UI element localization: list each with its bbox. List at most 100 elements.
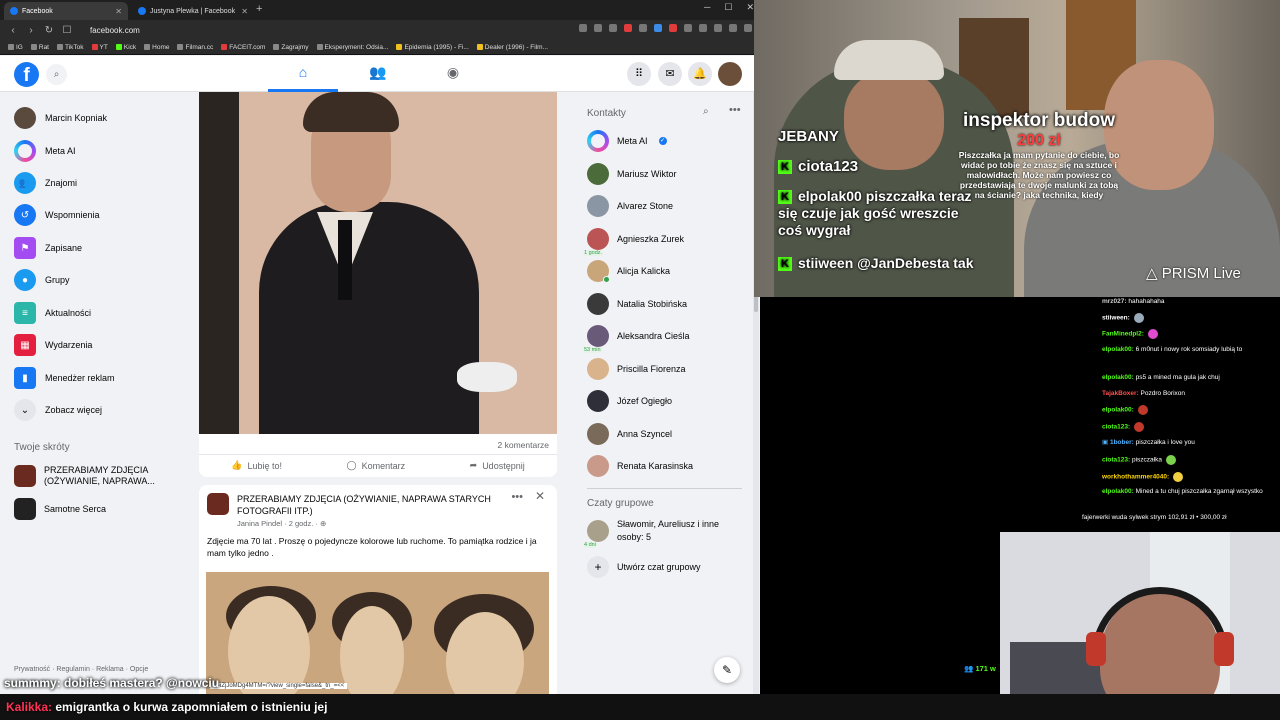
sidebar-item-groups[interactable]: ● Grupy — [14, 268, 70, 292]
extension-icon[interactable] — [699, 24, 707, 32]
contact-item[interactable]: Anna Szyncel — [587, 423, 672, 445]
sidebar-item-events[interactable]: ▦ Wydarzenia — [14, 333, 92, 357]
contact-item[interactable]: Alvarez Stone — [587, 195, 673, 217]
shortcut-group[interactable]: PRZERABIAMY ZDJĘCIA (OŻYWIANIE, NAPRAWA.… — [14, 465, 169, 487]
viewer-count: 👥 171 w — [964, 664, 996, 673]
extension-icon[interactable] — [729, 24, 737, 32]
like-icon: 👍 — [231, 460, 243, 470]
sidebar-item-profile[interactable]: Marcin Kopniak — [14, 106, 107, 130]
create-group-chat-button[interactable]: + Utwórz czat grupowy — [587, 556, 701, 578]
bookmark-item[interactable]: Filman.cc — [177, 44, 213, 51]
close-tab-icon[interactable]: ✕ — [241, 7, 248, 16]
new-message-button[interactable]: ✎ — [714, 657, 740, 683]
bookmark-icon[interactable]: ☐ — [62, 25, 72, 36]
back-icon[interactable]: ‹ — [8, 25, 18, 36]
shortcuts-heading: Twoje skróty — [14, 442, 70, 453]
bookmark-item[interactable]: Epidemia (1995) - Fi... — [396, 44, 469, 51]
avatar — [587, 455, 609, 477]
more-options-icon[interactable]: ••• — [511, 491, 523, 503]
extension-icon[interactable] — [654, 24, 662, 32]
left-sidebar: Marcin Kopniak Meta AI 👥 Znajomi ↺ Wspom… — [0, 92, 190, 694]
contact-item[interactable]: Mariusz Wiktor — [587, 163, 677, 185]
post-group-title[interactable]: PRZERABIAMY ZDJĘCIA (OŻYWIANIE, NAPRAWA … — [237, 493, 497, 517]
post-photo[interactable] — [199, 92, 557, 434]
sidebar-item-memories[interactable]: ↺ Wspomnienia — [14, 203, 100, 227]
group-thumbnail[interactable] — [207, 493, 229, 515]
bookmark-item[interactable]: TikTok — [57, 44, 84, 51]
contact-item[interactable]: Priscilla Fiorenza — [587, 358, 686, 380]
brave-shield-icon[interactable] — [624, 24, 632, 32]
sidebar-item-see-more[interactable]: ⌄ Zobacz więcej — [14, 398, 102, 422]
sidebar-item-feeds[interactable]: ≡ Aktualności — [14, 301, 91, 325]
search-icon[interactable]: ⌕ — [46, 64, 67, 85]
more-options-icon[interactable]: ••• — [729, 104, 741, 116]
post-photo[interactable] — [206, 572, 549, 694]
post-actions: 👍 Lubię to! ◯ Komentarz ➦ Udostępnij — [199, 454, 557, 476]
contact-item[interactable]: 1 godz. Agnieszka Zurek — [583, 228, 684, 256]
menu-icon[interactable] — [744, 24, 752, 32]
bookmark-item[interactable]: Rat — [30, 44, 49, 51]
close-tab-icon[interactable]: ✕ — [115, 7, 122, 16]
bookmark-item[interactable]: YT — [91, 44, 108, 51]
url-field[interactable]: facebook.com — [90, 26, 140, 35]
group-chats-heading: Czaty grupowe — [587, 498, 654, 509]
maximize-icon[interactable]: ☐ — [724, 2, 732, 13]
contact-item[interactable]: Renata Karasinska — [587, 455, 693, 477]
bookmark-item[interactable]: IG — [8, 44, 23, 51]
comment-count[interactable]: 2 komentarze — [498, 440, 550, 450]
extension-icon[interactable] — [714, 24, 722, 32]
share-button[interactable]: ➦ Udostępnij — [470, 460, 525, 471]
avatar[interactable] — [718, 62, 742, 86]
bookmark-item[interactable]: Eksperyment: Odsia... — [316, 44, 388, 51]
home-icon[interactable]: ⌂ — [292, 64, 314, 84]
bookmark-item[interactable]: FACEIT.com — [221, 44, 265, 51]
extension-icon[interactable] — [669, 24, 677, 32]
contact-item[interactable]: Natalia Stobińska — [587, 293, 687, 315]
avatar — [587, 293, 609, 315]
sidebar-item-friends[interactable]: 👥 Znajomi — [14, 171, 77, 195]
extension-icon[interactable] — [684, 24, 692, 32]
footer-links[interactable]: Prywatność · Regulamin · Reklama · Opcje — [14, 666, 148, 673]
notifications-icon[interactable]: 🔔 — [688, 62, 712, 86]
new-tab-button[interactable]: + — [256, 3, 262, 15]
donation-amount: 200 zł — [1017, 132, 1061, 149]
tab-justyna[interactable]: Justyna Plewka | Facebook ✕ — [132, 2, 254, 20]
chat-message: ▣ 1bober: piszczałka i love you — [1102, 439, 1195, 446]
extension-icon[interactable] — [639, 24, 647, 32]
forward-icon[interactable]: › — [26, 25, 36, 36]
facebook-logo[interactable]: f — [14, 62, 39, 87]
extension-icon[interactable] — [609, 24, 617, 32]
bookmark-item[interactable]: Dealer (1996) - Film... — [476, 44, 548, 51]
close-window-icon[interactable]: ✕ — [746, 2, 754, 13]
extension-icon[interactable] — [594, 24, 602, 32]
tab-facebook[interactable]: Facebook ✕ — [4, 2, 128, 20]
shortcut-group[interactable]: Samotne Serca — [14, 498, 106, 520]
bookmark-item[interactable]: Kick — [115, 44, 136, 51]
donation-message: Piszczałka ja mam pytanie do ciebie, bo … — [958, 150, 1120, 200]
menu-grid-icon[interactable]: ⠿ — [627, 62, 651, 86]
emote-icon — [1147, 329, 1158, 339]
close-icon[interactable]: ✕ — [535, 489, 545, 503]
reload-icon[interactable]: ↻ — [44, 25, 54, 36]
sidebar-item-meta-ai[interactable]: Meta AI — [14, 139, 76, 163]
sidebar-item-saved[interactable]: ⚑ Zapisane — [14, 236, 82, 260]
search-icon[interactable]: ⌕ — [703, 106, 709, 117]
like-button[interactable]: 👍 Lubię to! — [231, 460, 282, 471]
bookmark-item[interactable]: Home — [144, 44, 169, 51]
contact-item[interactable]: Józef Ogiegło — [587, 390, 672, 412]
group-chat-item[interactable]: 4 dni Sławomir, Aureliusz i inne osoby: … — [583, 516, 747, 548]
extension-icon[interactable] — [579, 24, 587, 32]
sidebar-item-ads-manager[interactable]: ▮ Menedżer reklam — [14, 366, 115, 390]
profile-nav-icon[interactable]: ◉ — [442, 64, 464, 84]
chevron-down-icon: ⌄ — [14, 399, 36, 421]
friends-nav-icon[interactable]: 👥 — [367, 64, 389, 84]
bookmark-item[interactable]: Zagrajmy — [273, 44, 309, 51]
comment-button[interactable]: ◯ Komentarz — [347, 460, 406, 471]
minimize-icon[interactable]: ─ — [704, 2, 710, 13]
contact-meta-ai[interactable]: Meta AI ✓ — [587, 130, 667, 152]
extensions-toolbar — [579, 24, 752, 32]
contact-item[interactable]: 53 min Aleksandra Cieśla — [583, 325, 690, 353]
avatar — [587, 423, 609, 445]
contact-item[interactable]: Alicja Kalicka — [587, 260, 670, 283]
messenger-icon[interactable]: ✉ — [658, 62, 682, 86]
